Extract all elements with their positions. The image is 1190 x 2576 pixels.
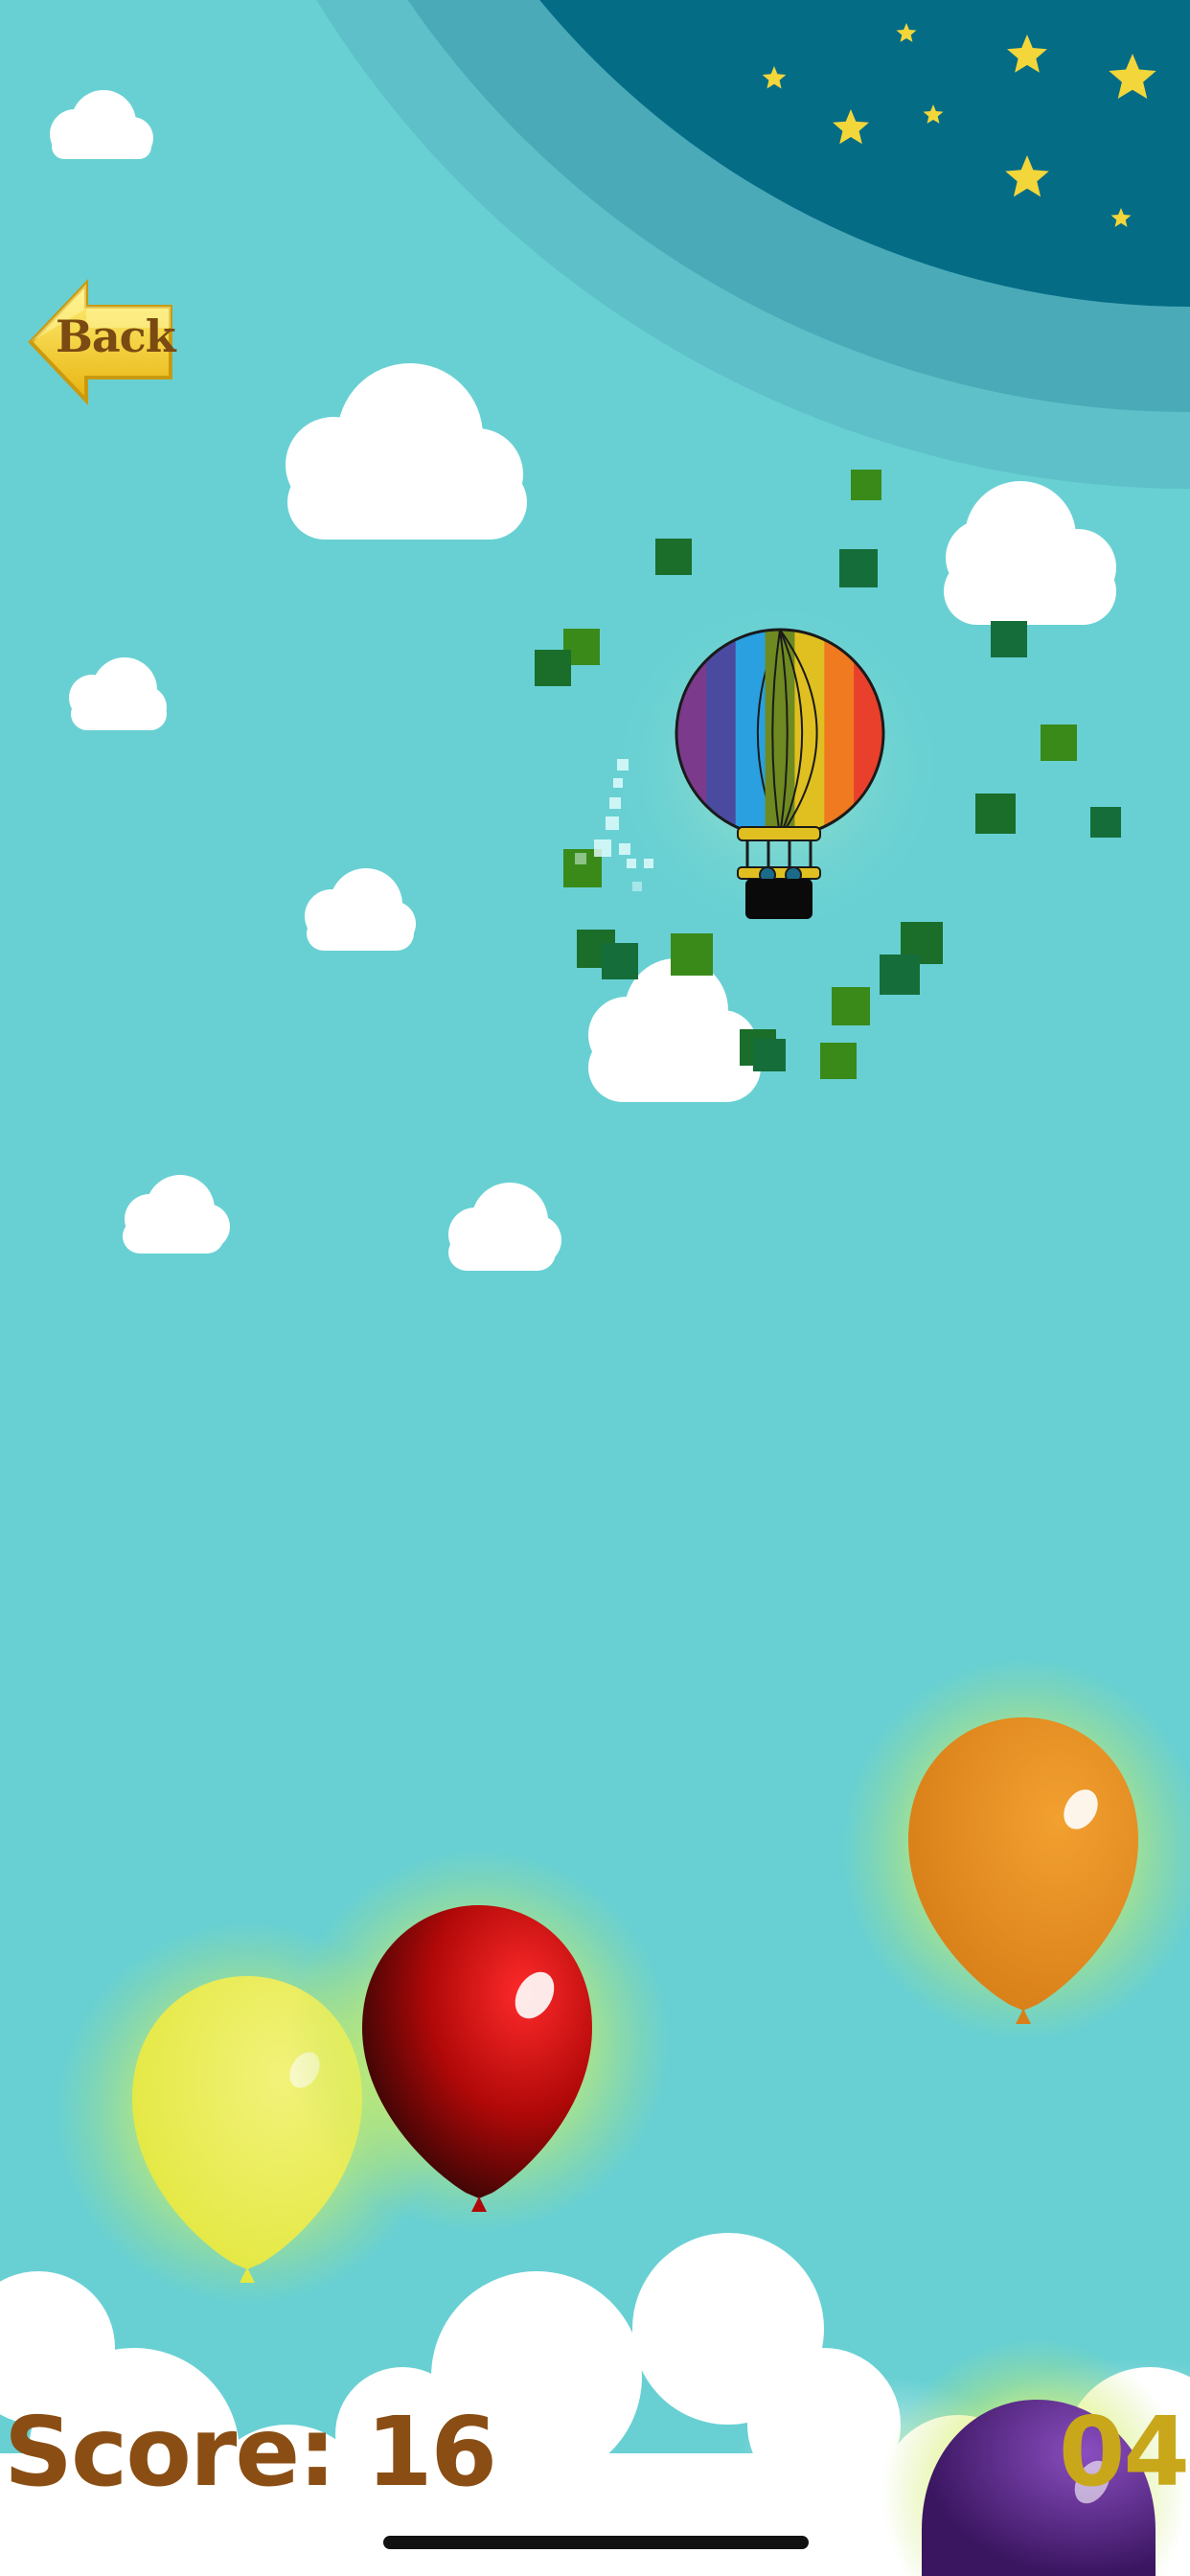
cloud	[123, 1175, 230, 1254]
particle	[880, 954, 920, 995]
cloud	[944, 481, 1116, 625]
particle	[820, 1043, 857, 1079]
balloon-stripe	[824, 630, 855, 837]
orange-balloon[interactable]	[841, 1658, 1190, 2041]
cloud	[69, 657, 167, 730]
particle	[991, 621, 1027, 657]
particle	[851, 470, 881, 500]
particle	[602, 943, 638, 979]
particle	[1090, 807, 1121, 838]
particle	[975, 794, 1016, 834]
cloud	[305, 868, 416, 951]
red-balloon[interactable]	[287, 1850, 671, 2233]
secondary-counter: 04	[1058, 2396, 1190, 2508]
cloud	[448, 1183, 561, 1271]
score-display: Score: 16	[4, 2396, 497, 2508]
cloud	[286, 363, 527, 540]
cloud	[50, 90, 153, 159]
balloon-stripe	[705, 630, 737, 837]
night-sky	[316, 0, 1190, 489]
back-label: Back	[56, 310, 176, 362]
particle	[839, 549, 878, 587]
particle	[832, 987, 870, 1025]
particle	[535, 650, 571, 686]
particle	[753, 1039, 786, 1071]
particle	[1041, 724, 1077, 761]
cloud	[588, 958, 761, 1102]
particle	[671, 933, 713, 976]
balloon-stripe	[794, 630, 825, 837]
game-scene	[0, 0, 1190, 2576]
back-button[interactable]: Back	[27, 270, 176, 414]
particle	[655, 539, 692, 575]
balloon-stripe	[735, 630, 767, 837]
home-indicator[interactable]	[383, 2536, 809, 2549]
